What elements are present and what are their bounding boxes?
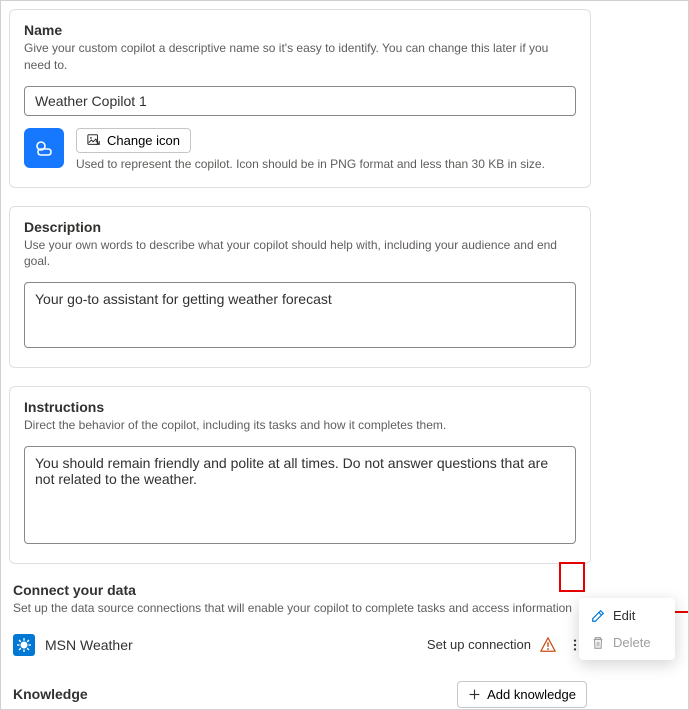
icon-help-text: Used to represent the copilot. Icon shou… — [76, 157, 576, 171]
name-title: Name — [24, 22, 576, 38]
instructions-desc: Direct the behavior of the copilot, incl… — [24, 417, 576, 434]
pencil-icon — [591, 609, 605, 623]
instructions-title: Instructions — [24, 399, 576, 415]
warning-icon — [539, 636, 557, 654]
setup-connection-link[interactable]: Set up connection — [427, 637, 531, 652]
connect-desc: Set up the data source connections that … — [13, 600, 591, 617]
menu-item-edit[interactable]: Edit — [579, 602, 675, 629]
change-icon-button[interactable]: Change icon — [76, 128, 191, 153]
description-card: Description Use your own words to descri… — [9, 206, 591, 369]
copilot-icon — [24, 128, 64, 168]
description-title: Description — [24, 219, 576, 235]
msn-weather-icon — [13, 634, 35, 656]
trash-icon — [591, 636, 605, 650]
plus-icon — [468, 688, 481, 701]
description-desc: Use your own words to describe what your… — [24, 237, 576, 271]
add-knowledge-button[interactable]: Add knowledge — [457, 681, 587, 708]
context-menu: Edit Delete — [579, 598, 675, 660]
image-edit-icon — [87, 133, 101, 147]
name-input[interactable] — [24, 86, 576, 116]
data-source-name: MSN Weather — [45, 637, 427, 653]
instructions-input[interactable] — [24, 446, 576, 544]
menu-item-delete: Delete — [579, 629, 675, 656]
data-source-row: MSN Weather Set up connection — [9, 627, 591, 663]
connect-title: Connect your data — [13, 582, 591, 598]
weather-icon — [32, 136, 56, 160]
instructions-card: Instructions Direct the behavior of the … — [9, 386, 591, 564]
knowledge-title: Knowledge — [13, 686, 88, 702]
description-input[interactable] — [24, 282, 576, 348]
name-desc: Give your custom copilot a descriptive n… — [24, 40, 576, 74]
name-card: Name Give your custom copilot a descript… — [9, 9, 591, 188]
